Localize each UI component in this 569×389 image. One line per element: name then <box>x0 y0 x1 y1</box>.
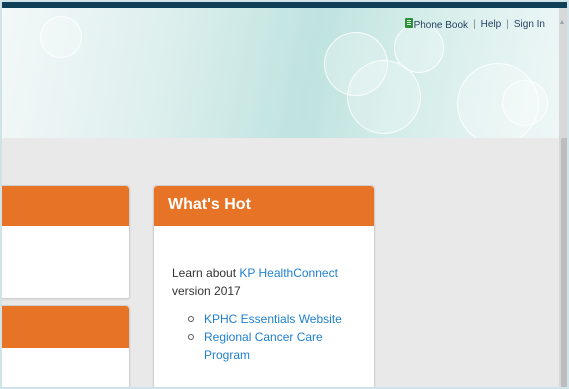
scrollbar-thumb[interactable] <box>561 138 567 387</box>
scroll-up-arrow-icon[interactable]: ▲ <box>557 18 567 28</box>
intro-text: Learn about <box>172 266 240 280</box>
decorative-bubble <box>502 80 548 126</box>
whats-hot-intro: Learn about KP HealthConnect version 201… <box>172 264 360 300</box>
decorative-bubble <box>40 16 82 58</box>
phone-book-label: Phone Book <box>413 20 469 31</box>
regional-cancer-care-link[interactable]: Regional Cancer Care Program <box>188 328 360 364</box>
utility-links: Phone Book | Help | Sign In <box>404 18 545 31</box>
left-panel-bottom <box>2 305 130 387</box>
phone-book-link[interactable]: Phone Book <box>404 18 469 31</box>
whats-hot-body: Learn about KP HealthConnect version 201… <box>154 226 374 364</box>
kphc-essentials-link[interactable]: KPHC Essentials Website <box>188 310 360 328</box>
whats-hot-panel: What's Hot Learn about KP HealthConnect … <box>153 185 375 387</box>
separator: | <box>506 19 509 30</box>
left-panel-top <box>2 185 130 299</box>
separator: | <box>473 19 476 30</box>
book-icon <box>404 18 413 28</box>
header-banner: Phone Book | Help | Sign In <box>2 8 559 138</box>
kp-healthconnect-link[interactable]: KP HealthConnect <box>239 266 338 280</box>
browser-viewport: Phone Book | Help | Sign In What's Hot L… <box>0 0 569 389</box>
intro-suffix: version 2017 <box>172 284 241 298</box>
help-link[interactable]: Help <box>481 19 502 30</box>
whats-hot-list: KPHC Essentials Website Regional Cancer … <box>172 310 360 364</box>
sign-in-link[interactable]: Sign In <box>514 19 545 30</box>
left-panel-bottom-header <box>2 306 129 348</box>
left-panel-top-header <box>2 186 129 226</box>
whats-hot-title: What's Hot <box>154 186 374 226</box>
